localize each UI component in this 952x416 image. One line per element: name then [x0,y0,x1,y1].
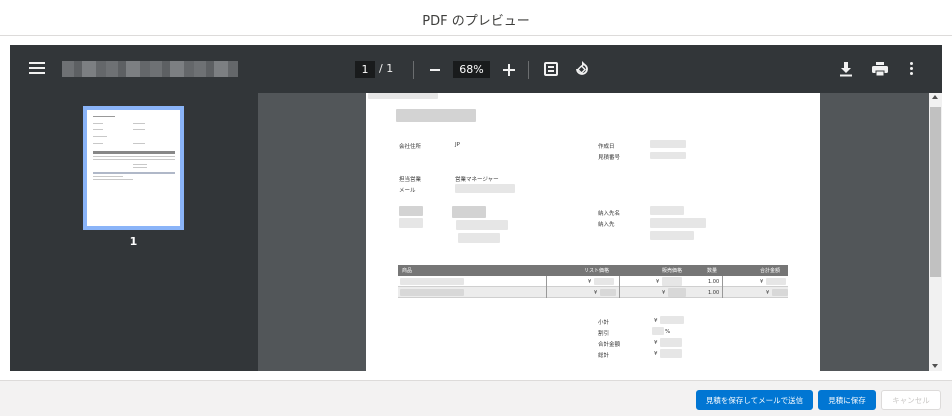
download-icon[interactable] [839,61,853,77]
column-header-list-price: リスト価格 [584,268,610,274]
redacted-sale-price [668,288,686,297]
column-header-product: 商品 [402,268,413,274]
scroll-up-icon[interactable] [932,95,938,99]
redacted-address [452,206,486,218]
redacted-date [650,140,686,148]
thumbnail-page-label: 1 [129,235,138,248]
column-header-sale-price: 販売価格 [662,268,683,274]
redacted-list-price [594,278,614,285]
ship-to-name-label: 納入先名 [598,211,621,217]
redacted-ship-to-name [650,206,684,215]
country-value: JP [455,142,460,148]
discount-unit: % [665,329,671,335]
redacted-product [400,289,464,296]
redacted-ship-to [650,231,694,240]
pdf-viewer[interactable]: / 1 [10,45,942,371]
grand-total-currency: ¥ [654,340,658,346]
page-number-input[interactable] [355,61,375,78]
zoom-out-icon[interactable] [430,69,440,71]
save-quote-button[interactable]: 見積に保存 [818,390,876,410]
redacted-product [400,278,464,285]
redacted-field [399,206,423,216]
redacted-quote-number [650,152,686,159]
sale-price-currency: ¥ [656,279,660,285]
modal-title: PDF のプレビュー [422,14,530,29]
email-label: メール [399,188,416,194]
quote-table-header: 商品 リスト価格 販売価格 数量 合計金額 [398,265,788,276]
column-header-total: 合計金額 [760,268,781,274]
page-total: / 1 [379,62,394,75]
redacted-total [660,349,682,358]
redacted-total [766,278,786,285]
document-filename-redacted [62,61,238,77]
redacted-discount [652,327,664,335]
company-address-label: 会社住所 [399,144,422,150]
cancel-button[interactable]: キャンセル [881,390,941,410]
thumbnail-sidebar: 1 [10,93,258,371]
created-date-label: 作成日 [598,144,615,150]
redacted-total [772,289,788,296]
quantity-value: 1.00 [708,290,720,296]
quote-number-label: 見積番号 [598,155,621,161]
redacted-company-name [396,109,476,122]
sales-rep-title: 営業マネージャー [455,177,499,183]
redacted-ship-to [650,218,706,228]
fit-page-icon[interactable] [544,62,558,76]
redacted-email [455,184,515,193]
toolbar-divider [413,61,414,79]
subtotal-currency: ¥ [654,318,658,324]
redacted-subtotal [660,316,684,324]
pdf-page: 会社住所 JP 作成日 見積番号 担当営業 営業マネージャー メール 納入先名 … [366,93,820,371]
total-currency: ¥ [760,279,764,285]
ship-to-label: 納入先 [598,222,615,228]
list-price-currency: ¥ [594,290,598,296]
scroll-down-icon[interactable] [932,364,938,368]
redacted-sale-price [662,277,682,286]
redacted-address [456,220,508,230]
total-currency: ¥ [654,351,658,357]
redacted-field [399,218,423,228]
quantity-value: 1.00 [708,279,720,285]
more-icon[interactable] [910,62,914,76]
zoom-in-icon[interactable] [503,64,515,76]
column-header-quantity: 数量 [707,268,718,274]
table-row: ¥ ¥ 1.00 ¥ [398,287,788,298]
redacted-address [458,233,500,243]
modal-header: PDF のプレビュー [0,0,952,36]
subtotal-label: 小計 [598,320,610,326]
menu-icon[interactable] [29,62,45,76]
table-row: ¥ ¥ 1.00 ¥ [398,276,788,287]
redacted-header [368,93,438,99]
modal-footer: 見積を保存してメールで送信 見積に保存 キャンセル [0,380,952,416]
discount-label: 割引 [598,331,610,337]
print-icon[interactable] [872,62,888,76]
scroll-thumb[interactable] [930,107,941,277]
grand-total-label: 合計金額 [598,342,621,348]
rotate-icon[interactable] [574,61,590,77]
total-label: 総計 [598,353,610,359]
zoom-level-input[interactable] [453,61,490,78]
pdf-toolbar: / 1 [10,45,942,93]
total-currency: ¥ [766,290,770,296]
save-and-email-button[interactable]: 見積を保存してメールで送信 [696,390,813,410]
redacted-list-price [600,289,616,296]
redacted-grand-total [660,338,682,347]
vertical-scrollbar[interactable] [929,93,942,371]
sales-rep-label: 担当営業 [399,177,422,183]
toolbar-divider [528,61,529,79]
page-thumbnail[interactable] [83,106,184,230]
list-price-currency: ¥ [588,279,592,285]
sale-price-currency: ¥ [662,290,666,296]
